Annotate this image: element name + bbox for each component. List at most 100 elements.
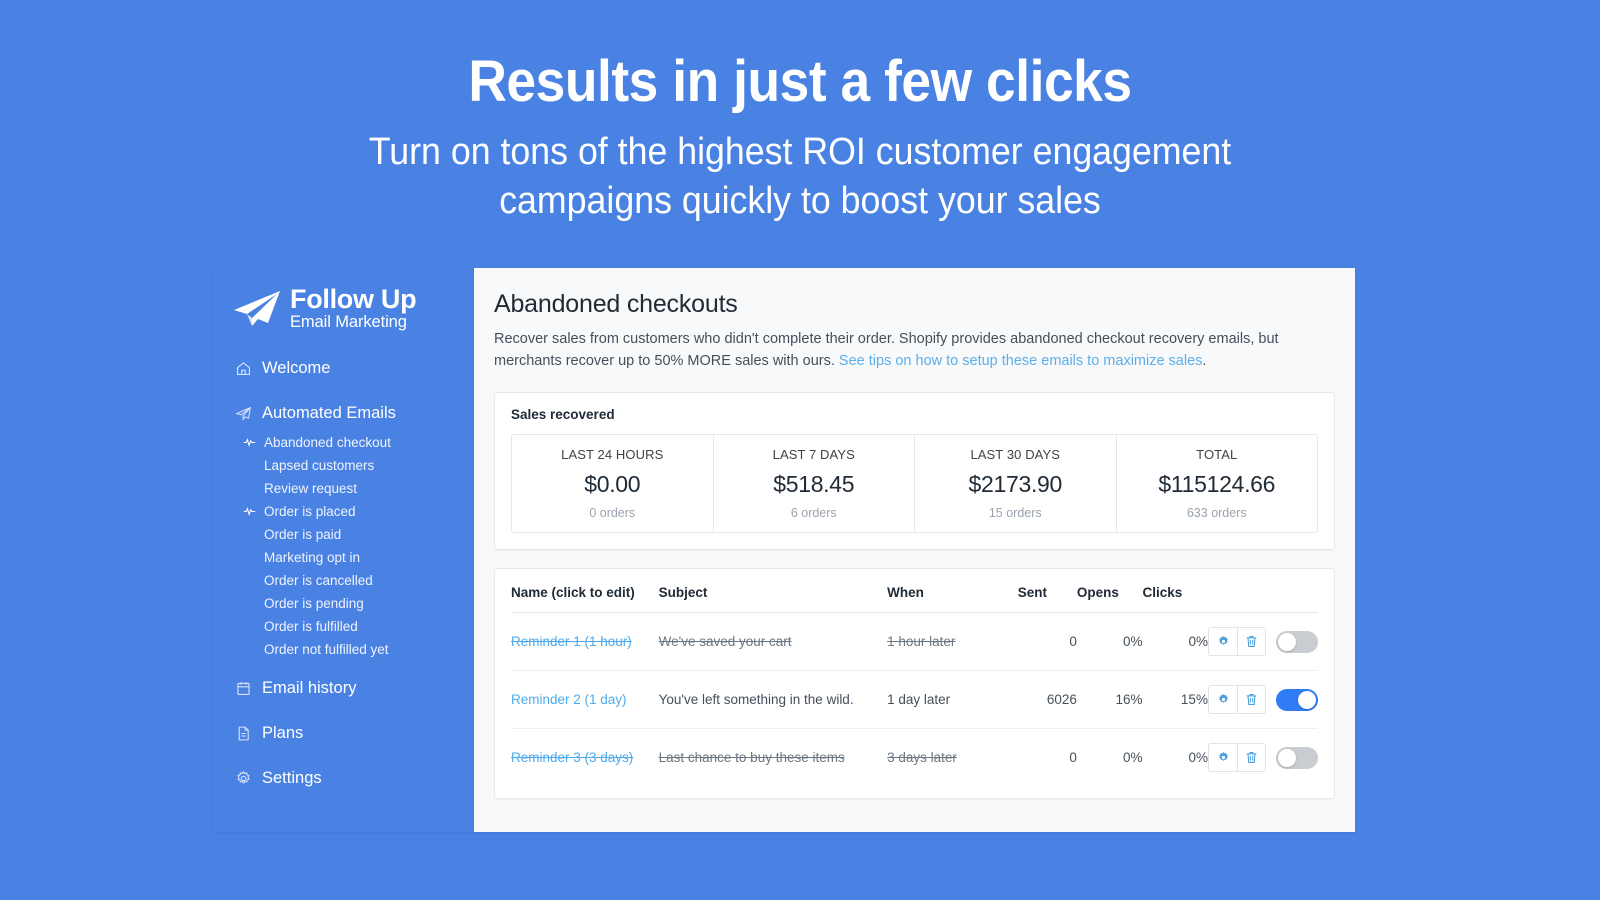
- sidebar-item-order-is-fulfilled[interactable]: Order is fulfilled: [214, 615, 474, 638]
- sidebar: Follow Up Email Marketing Welcome Automa…: [214, 268, 474, 832]
- sidebar-sub-label: Abandoned checkout: [264, 434, 391, 450]
- main-content: Abandoned checkouts Recover sales from c…: [474, 268, 1355, 832]
- cell-when: 1 day later: [887, 670, 1018, 730]
- stat-label: LAST 7 DAYS: [772, 447, 855, 463]
- paper-plane-icon: [234, 404, 252, 422]
- row-actions: [1208, 627, 1318, 657]
- cell-name: Reminder 2 (1 day): [511, 670, 659, 730]
- email-name-link[interactable]: Reminder 2 (1 day): [511, 692, 627, 707]
- toggle-knob: [1278, 748, 1296, 767]
- column-header-subject: Subject: [658, 569, 888, 614]
- sidebar-item-abandoned-checkout[interactable]: Abandoned checkout: [214, 431, 474, 454]
- sidebar-item-order-not-fulfilled-yet[interactable]: Order not fulfilled yet: [214, 638, 474, 661]
- sales-recovered-title: Sales recovered: [511, 407, 615, 423]
- setup-tips-link[interactable]: See tips on how to setup these emails to…: [839, 353, 1202, 369]
- sidebar-sub-label: Order is paid: [264, 526, 342, 542]
- sidebar-item-settings[interactable]: Settings: [214, 761, 474, 796]
- cell-sent: 0: [1017, 612, 1077, 672]
- delete-button[interactable]: [1237, 627, 1266, 657]
- settings-button[interactable]: [1208, 685, 1237, 715]
- stat-value: $2173.90: [968, 471, 1063, 498]
- stat-label: TOTAL: [1196, 447, 1238, 463]
- app-logo[interactable]: Follow Up Email Marketing: [214, 268, 474, 341]
- stat-last-24-hours: LAST 24 HOURS $0.00 0 orders: [512, 435, 714, 533]
- app-screenshot: Follow Up Email Marketing Welcome Automa…: [214, 268, 1355, 832]
- sidebar-item-automated-emails[interactable]: Automated Emails: [214, 396, 474, 431]
- sidebar-sub-label: Order is cancelled: [264, 572, 373, 588]
- sidebar-item-email-history[interactable]: Email history: [214, 671, 474, 706]
- table-header-row: Name (click to edit) Subject When Sent O…: [511, 569, 1318, 614]
- delete-button[interactable]: [1237, 743, 1266, 773]
- column-header-opens: Opens: [1076, 569, 1143, 614]
- sidebar-item-label: Welcome: [262, 358, 331, 377]
- column-header-actions: [1207, 569, 1318, 614]
- settings-button[interactable]: [1208, 627, 1237, 657]
- sidebar-sub-label: Order is placed: [264, 503, 356, 519]
- enable-toggle[interactable]: [1276, 746, 1318, 769]
- cell-actions: [1208, 729, 1318, 787]
- sidebar-sub-label: Order not fulfilled yet: [264, 641, 389, 657]
- stat-orders: 15 orders: [988, 506, 1042, 521]
- stat-total: TOTAL $115124.66 633 orders: [1117, 435, 1318, 532]
- table-head: Name (click to edit) Subject When Sent O…: [511, 569, 1318, 614]
- cell-actions: [1207, 612, 1318, 672]
- cell-sent: 6026: [1017, 670, 1077, 730]
- sidebar-item-welcome[interactable]: Welcome: [214, 351, 474, 386]
- stat-label: LAST 24 HOURS: [561, 447, 664, 463]
- cell-name: Reminder 1 (1 hour): [511, 612, 659, 672]
- table-body: Reminder 1 (1 hour) We've saved your car…: [511, 612, 1318, 787]
- sidebar-item-plans[interactable]: Plans: [214, 716, 474, 751]
- cell-name: Reminder 3 (3 days): [511, 729, 659, 787]
- stat-last-7-days: LAST 7 DAYS $518.45 6 orders: [714, 435, 915, 533]
- stats-row: LAST 24 HOURS $0.00 0 orders LAST 7 DAYS…: [511, 434, 1318, 534]
- cell-clicks: 15%: [1142, 670, 1208, 730]
- emails-table-card: Name (click to edit) Subject When Sent O…: [494, 568, 1335, 800]
- table-row: Reminder 1 (1 hour) We've saved your car…: [511, 612, 1318, 672]
- hero-subtitle-line-2: campaigns quickly to boost your sales: [499, 179, 1101, 222]
- sidebar-item-order-is-cancelled[interactable]: Order is cancelled: [214, 569, 474, 592]
- enable-toggle[interactable]: [1276, 630, 1318, 653]
- sidebar-item-order-is-placed[interactable]: Order is placed: [214, 500, 474, 523]
- email-name-link[interactable]: Reminder 3 (3 days): [511, 750, 633, 765]
- sidebar-item-review-request[interactable]: Review request: [214, 477, 474, 500]
- page-description-period: .: [1202, 353, 1207, 370]
- sidebar-item-label: Settings: [262, 768, 322, 787]
- gear-icon: [234, 769, 252, 787]
- delete-button[interactable]: [1237, 685, 1266, 715]
- cell-clicks: 0%: [1142, 612, 1208, 672]
- column-header-name: Name (click to edit): [511, 569, 659, 614]
- sidebar-item-lapsed-customers[interactable]: Lapsed customers: [214, 454, 474, 477]
- sidebar-item-order-is-pending[interactable]: Order is pending: [214, 592, 474, 615]
- cell-clicks: 0%: [1188, 750, 1208, 766]
- settings-button[interactable]: [1208, 743, 1237, 773]
- hero-banner: Results in just a few clicks Turn on ton…: [0, 0, 1600, 226]
- stat-orders: 633 orders: [1186, 506, 1247, 521]
- email-name-link[interactable]: Reminder 1 (1 hour): [511, 634, 632, 649]
- sidebar-sub-label: Lapsed customers: [264, 457, 375, 473]
- stat-value: $518.45: [773, 471, 855, 498]
- cell-opens: 0%: [1076, 612, 1143, 672]
- hero-title: Results in just a few clicks: [468, 49, 1132, 114]
- column-header-sent: Sent: [1017, 569, 1077, 614]
- pulse-icon: [242, 504, 256, 518]
- pulse-icon: [242, 435, 256, 449]
- sidebar-item-label: Plans: [262, 723, 304, 742]
- enable-toggle[interactable]: [1276, 688, 1318, 711]
- sidebar-item-order-is-paid[interactable]: Order is paid: [214, 523, 474, 546]
- page-description: Recover sales from customers who didn't …: [494, 328, 1299, 372]
- stat-orders: 6 orders: [790, 506, 837, 521]
- row-actions: [1208, 743, 1318, 773]
- cell-subject: You've left something in the wild.: [658, 670, 888, 730]
- sidebar-item-marketing-opt-in[interactable]: Marketing opt in: [214, 546, 474, 569]
- table-row: Reminder 2 (1 day) You've left something…: [511, 670, 1318, 730]
- cell-actions: [1207, 670, 1318, 730]
- sidebar-sub-label: Order is fulfilled: [264, 618, 358, 634]
- column-header-when: When: [887, 569, 1018, 614]
- stat-orders: 0 orders: [589, 506, 636, 521]
- home-icon: [234, 359, 252, 377]
- row-actions: [1208, 685, 1318, 715]
- hero-subtitle-line-1: Turn on tons of the highest ROI customer…: [368, 131, 1232, 174]
